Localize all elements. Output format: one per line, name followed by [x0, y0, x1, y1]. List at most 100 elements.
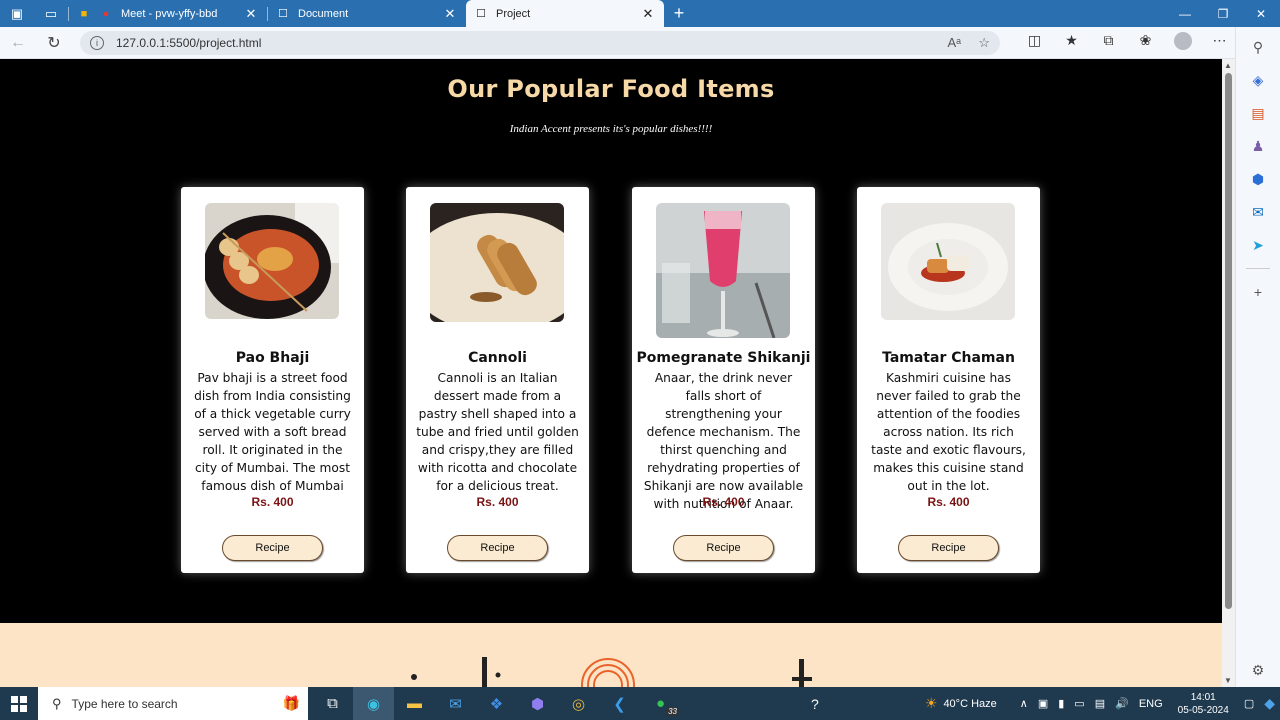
- food-card-tamatar-chaman: Tamatar Chaman Kashmiri cuisine has neve…: [857, 187, 1040, 573]
- food-card-cannoli: Cannoli Cannoli is an Italian dessert ma…: [406, 187, 589, 573]
- volume-icon[interactable]: 🔊: [1115, 697, 1129, 710]
- system-tray: ☀ 40°C Haze ∧ ▣ ▮ ▭ ▤ 🔊 ENG 14:01 05-05-…: [925, 687, 1280, 720]
- workspaces-icon[interactable]: ▣: [0, 0, 34, 27]
- edge-sidebar: ⚲ ◈ ▤ ♟ ⬢ ✉ ➤ + ⚙: [1235, 27, 1280, 687]
- settings-gear-icon[interactable]: ⚙: [1236, 654, 1280, 687]
- refresh-button[interactable]: ↻: [36, 27, 72, 59]
- favorite-star-icon[interactable]: ☆: [978, 35, 990, 50]
- help-icon[interactable]: ?: [811, 696, 819, 712]
- tab-title: Document: [298, 7, 349, 20]
- sidebar-divider: [1246, 268, 1270, 269]
- dish-price: Rs. 400: [927, 495, 970, 509]
- outlook-icon[interactable]: ✉: [1236, 196, 1280, 229]
- tab-actions-icon[interactable]: ▭: [34, 0, 68, 27]
- chrome-icon[interactable]: ◎: [558, 687, 599, 720]
- tab-title: Meet - pvw-yffy-bbd: [121, 7, 218, 20]
- search-highlight-icon: 🎁: [282, 695, 300, 711]
- tab-meet[interactable]: ■ ● Meet - pvw-yffy-bbd ✕: [69, 0, 267, 27]
- network-icon[interactable]: ▤: [1095, 697, 1105, 710]
- tab-document[interactable]: ☐ Document ✕: [268, 0, 466, 27]
- shopping-tag-icon[interactable]: ◈: [1236, 64, 1280, 97]
- close-tab-icon[interactable]: ✕: [442, 6, 458, 22]
- food-card-pao-bhaji: Pao Bhaji Pav bhaji is a street food dis…: [181, 187, 364, 573]
- scroll-down-icon[interactable]: ▼: [1224, 676, 1232, 685]
- notifications-icon[interactable]: ▢: [1244, 697, 1254, 710]
- pomegranate-shikanji-image: [656, 203, 790, 338]
- read-aloud-icon[interactable]: Aᵃ: [947, 35, 961, 50]
- language-indicator[interactable]: ENG: [1139, 698, 1163, 710]
- dish-name: Tamatar Chaman: [882, 350, 1015, 366]
- meet-favicon-icon: ■: [80, 7, 88, 20]
- dish-description: Kashmiri cuisine has never failed to gra…: [871, 371, 1026, 493]
- microsoft-365-icon[interactable]: ⬢: [1236, 163, 1280, 196]
- copilot-taskbar-icon[interactable]: ◆: [1264, 695, 1275, 712]
- maximize-button[interactable]: ❐: [1204, 0, 1242, 27]
- scrollbar-thumb[interactable]: [1225, 73, 1232, 609]
- page-scrollbar[interactable]: ▲ ▼: [1222, 59, 1235, 687]
- dish-description: Anaar, the drink never falls short of st…: [643, 371, 804, 511]
- url-text: 127.0.0.1:5500/project.html: [116, 35, 262, 50]
- document-favicon-icon: ☐: [278, 8, 288, 20]
- app-hex-icon[interactable]: ⬢: [517, 687, 558, 720]
- tray-app-icon[interactable]: ▣: [1038, 697, 1048, 710]
- clock-time: 14:01: [1190, 691, 1216, 703]
- site-info-icon[interactable]: i: [90, 35, 104, 50]
- vscode-icon[interactable]: ❮: [599, 687, 640, 720]
- dish-name: Pomegranate Shikanji: [636, 350, 811, 366]
- recipe-button[interactable]: Recipe: [447, 535, 548, 561]
- extensions-icon[interactable]: ❀: [1127, 32, 1164, 53]
- games-icon[interactable]: ♟: [1236, 130, 1280, 163]
- close-window-button[interactable]: ✕: [1242, 0, 1280, 27]
- dropbox-icon[interactable]: ❖: [476, 687, 517, 720]
- close-tab-icon[interactable]: ✕: [243, 6, 259, 22]
- dish-name: Pao Bhaji: [235, 350, 310, 366]
- taskbar-search[interactable]: ⚲ Type here to search 🎁: [38, 687, 308, 720]
- microphone-icon[interactable]: ▮: [1058, 697, 1064, 710]
- tab-title: Project: [496, 7, 531, 20]
- window-controls: — ❐ ✕: [1166, 0, 1280, 27]
- more-menu-icon[interactable]: ⋯: [1201, 32, 1238, 53]
- address-bar: ← ↻ i 127.0.0.1:5500/project.html Aᵃ ☆ ◫…: [0, 27, 1280, 59]
- new-tab-button[interactable]: +: [664, 0, 694, 27]
- dish-name: Cannoli: [468, 350, 527, 366]
- file-explorer-icon[interactable]: ▬: [394, 687, 435, 720]
- whatsapp-badge: 33: [666, 707, 679, 716]
- weather-widget[interactable]: ☀ 40°C Haze: [925, 695, 997, 712]
- tab-strip: ▣ ▭ ■ ● Meet - pvw-yffy-bbd ✕ ☐ Document…: [0, 0, 1280, 27]
- scroll-up-icon[interactable]: ▲: [1224, 61, 1232, 70]
- page-title: Our Popular Food Items: [447, 75, 775, 103]
- url-field[interactable]: i 127.0.0.1:5500/project.html Aᵃ ☆: [80, 30, 1000, 55]
- split-screen-icon[interactable]: ◫: [1016, 32, 1053, 53]
- dish-description: Cannoli is an Italian dessert made from …: [416, 371, 579, 493]
- back-button[interactable]: ←: [0, 27, 36, 59]
- recipe-button[interactable]: Recipe: [898, 535, 999, 561]
- pao-bhaji-image: [205, 203, 339, 319]
- recipe-button[interactable]: Recipe: [673, 535, 774, 561]
- telegram-icon[interactable]: ➤: [1236, 229, 1280, 262]
- dish-price: Rs. 400: [476, 495, 519, 509]
- collections-icon[interactable]: ⧉: [1090, 32, 1127, 53]
- weather-icon: ☀: [924, 695, 938, 711]
- whatsapp-icon[interactable]: ● 33: [640, 687, 681, 720]
- add-icon[interactable]: +: [1236, 275, 1280, 308]
- recipe-button[interactable]: Recipe: [222, 535, 323, 561]
- tools-briefcase-icon[interactable]: ▤: [1236, 97, 1280, 130]
- cannoli-image: [430, 203, 564, 322]
- start-button[interactable]: [0, 687, 38, 720]
- display-icon[interactable]: ▭: [1074, 697, 1084, 710]
- minimize-button[interactable]: —: [1166, 0, 1204, 27]
- document-favicon-icon: ☐: [476, 8, 486, 20]
- dish-price: Rs. 400: [702, 495, 745, 509]
- profile-avatar[interactable]: [1164, 32, 1201, 53]
- favorites-icon[interactable]: ★: [1053, 32, 1090, 53]
- tamatar-chaman-image: [881, 203, 1015, 320]
- page-viewport: Our Popular Food Items Indian Accent pre…: [0, 59, 1222, 687]
- task-view-icon[interactable]: ⧉: [312, 687, 353, 720]
- search-icon[interactable]: ⚲: [1236, 31, 1280, 64]
- close-tab-icon[interactable]: ✕: [640, 6, 656, 22]
- clock[interactable]: 14:01 05-05-2024: [1178, 691, 1229, 717]
- tab-project[interactable]: ☐ Project ✕: [466, 0, 664, 27]
- mail-icon[interactable]: ✉: [435, 687, 476, 720]
- show-hidden-icons-icon[interactable]: ∧: [1020, 697, 1028, 710]
- edge-app-icon[interactable]: ◉: [353, 687, 394, 720]
